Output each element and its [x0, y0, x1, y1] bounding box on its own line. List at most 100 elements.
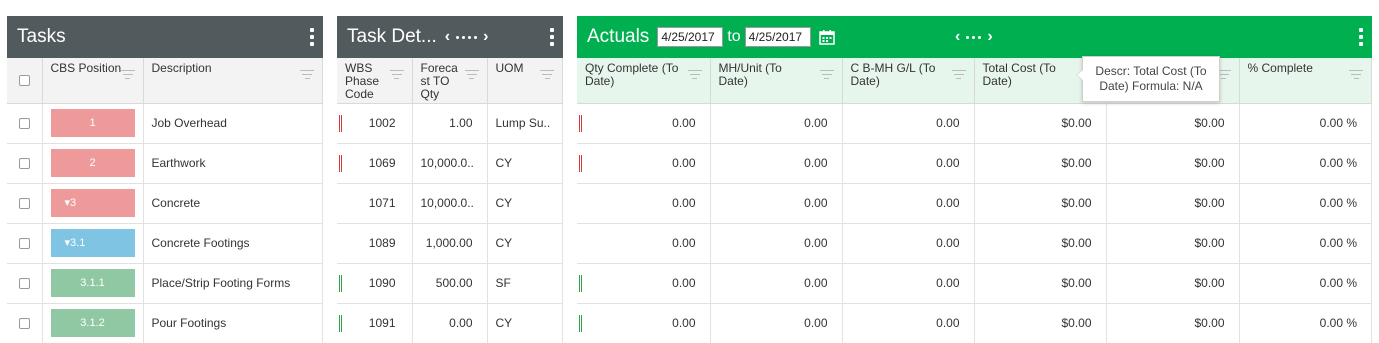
chevron-right-icon[interactable]: ›: [483, 28, 488, 46]
table-row[interactable]: 1090 500.00 SF: [337, 263, 563, 304]
cbs-badge[interactable]: 1: [50, 109, 135, 137]
table-row[interactable]: 1002 1.00 Lump Su..: [337, 103, 563, 144]
cost-cell[interactable]: $0.00: [1106, 143, 1240, 184]
wbs-phase-code-cell[interactable]: 1090: [337, 263, 413, 304]
table-row[interactable]: 3.1.1 Place/Strip Footing Forms: [7, 263, 323, 304]
cb-mh-gl-cell[interactable]: 0.00: [842, 263, 975, 304]
cbs-badge[interactable]: 3.1.1: [50, 269, 135, 297]
wbs-phase-code-cell[interactable]: 1089: [337, 223, 413, 264]
table-row[interactable]: 0.00 0.00 0.00 $0.00 $0.00 0.00 %: [577, 303, 1372, 343]
cost-cell[interactable]: $0.00: [1106, 303, 1240, 343]
wbs-phase-code-cell[interactable]: 1071: [337, 183, 413, 224]
forecast-qty-cell[interactable]: 10,000.0..: [412, 143, 488, 184]
kebab-menu-icon[interactable]: [550, 28, 554, 46]
total-cost-cell[interactable]: $0.00: [974, 223, 1107, 264]
filter-icon[interactable]: [951, 70, 966, 79]
pct-complete-cell[interactable]: 0.00 %: [1239, 143, 1372, 184]
cb-mh-gl-cell[interactable]: 0.00: [842, 183, 975, 224]
column-header-uom[interactable]: UOM: [487, 58, 563, 104]
table-row[interactable]: 2 Earthwork: [7, 143, 323, 184]
filter-icon[interactable]: [687, 70, 702, 79]
table-row[interactable]: 0.00 0.00 0.00 $0.00 $0.00 0.00 %: [577, 183, 1372, 224]
total-cost-cell[interactable]: $0.00: [974, 103, 1107, 144]
pct-complete-cell[interactable]: 0.00 %: [1239, 103, 1372, 144]
column-header-description[interactable]: Description: [143, 58, 323, 104]
cost-cell[interactable]: $0.00: [1106, 223, 1240, 264]
mh-unit-cell[interactable]: 0.00: [710, 143, 843, 184]
table-row[interactable]: 1071 10,000.0.. CY: [337, 183, 563, 224]
forecast-qty-cell[interactable]: 500.00: [412, 263, 488, 304]
column-header-cb-mh-gl[interactable]: C B-MH G/L (To Date): [842, 58, 975, 104]
row-checkbox[interactable]: [18, 117, 30, 129]
uom-cell[interactable]: SF: [487, 263, 563, 304]
chevron-right-icon[interactable]: ›: [987, 28, 992, 46]
description-cell[interactable]: Pour Footings: [143, 303, 323, 343]
date-from-input[interactable]: [657, 27, 724, 47]
table-row[interactable]: ▾3 Concrete: [7, 183, 323, 224]
calendar-icon[interactable]: [818, 29, 835, 45]
cb-mh-gl-cell[interactable]: 0.00: [842, 143, 975, 184]
cbs-badge[interactable]: ▾3.1: [50, 229, 135, 257]
cost-cell[interactable]: $0.00: [1106, 183, 1240, 224]
chevron-left-icon[interactable]: ‹: [955, 28, 960, 46]
description-cell[interactable]: Earthwork: [143, 143, 323, 184]
date-to-input[interactable]: [744, 27, 811, 47]
kebab-menu-icon[interactable]: [310, 28, 314, 46]
qty-complete-cell[interactable]: 0.00: [577, 303, 711, 343]
description-cell[interactable]: Place/Strip Footing Forms: [143, 263, 323, 304]
uom-cell[interactable]: Lump Su..: [487, 103, 563, 144]
column-header-cbs-position[interactable]: CBS Position: [42, 58, 144, 104]
description-cell[interactable]: Job Overhead: [143, 103, 323, 144]
forecast-qty-cell[interactable]: 1.00: [412, 103, 488, 144]
table-row[interactable]: 3.1.2 Pour Footings: [7, 303, 323, 343]
uom-cell[interactable]: CY: [487, 223, 563, 264]
mh-unit-cell[interactable]: 0.00: [710, 103, 843, 144]
table-row[interactable]: 0.00 0.00 0.00 $0.00 $0.00 0.00 %: [577, 103, 1372, 144]
qty-complete-cell[interactable]: 0.00: [577, 223, 711, 264]
table-row[interactable]: 1069 10,000.0.. CY: [337, 143, 563, 184]
qty-complete-cell[interactable]: 0.00: [577, 183, 711, 224]
forecast-qty-cell[interactable]: 0.00: [412, 303, 488, 343]
cb-mh-gl-cell[interactable]: 0.00: [842, 303, 975, 343]
total-cost-cell[interactable]: $0.00: [974, 183, 1107, 224]
total-cost-cell[interactable]: $0.00: [974, 263, 1107, 304]
qty-complete-cell[interactable]: 0.00: [577, 263, 711, 304]
table-row[interactable]: 1089 1,000.00 CY: [337, 223, 563, 264]
row-checkbox[interactable]: [18, 277, 30, 289]
filter-icon[interactable]: [389, 70, 404, 79]
column-header-wbs-phase-code[interactable]: WBS Phase Code: [337, 58, 413, 104]
mh-unit-cell[interactable]: 0.00: [710, 183, 843, 224]
table-row[interactable]: 0.00 0.00 0.00 $0.00 $0.00 0.00 %: [577, 143, 1372, 184]
row-checkbox[interactable]: [18, 197, 30, 209]
qty-complete-cell[interactable]: 0.00: [577, 103, 711, 144]
cbs-badge[interactable]: ▾3: [50, 189, 135, 217]
cb-mh-gl-cell[interactable]: 0.00: [842, 223, 975, 264]
cbs-badge[interactable]: 2: [50, 149, 135, 177]
pct-complete-cell[interactable]: 0.00 %: [1239, 223, 1372, 264]
pct-complete-cell[interactable]: 0.00 %: [1239, 183, 1372, 224]
cb-mh-gl-cell[interactable]: 0.00: [842, 103, 975, 144]
wbs-phase-code-cell[interactable]: 1091: [337, 303, 413, 343]
filter-icon[interactable]: [300, 70, 314, 79]
chevron-left-icon[interactable]: ‹: [445, 28, 450, 46]
forecast-qty-cell[interactable]: 1,000.00: [412, 223, 488, 264]
total-cost-cell[interactable]: $0.00: [974, 143, 1107, 184]
cbs-badge[interactable]: 3.1.2: [50, 309, 135, 337]
cost-cell[interactable]: $0.00: [1106, 103, 1240, 144]
column-header-pct-complete[interactable]: % Complete: [1239, 58, 1372, 104]
mh-unit-cell[interactable]: 0.00: [710, 223, 843, 264]
column-header-mh-unit[interactable]: MH/Unit (To Date): [710, 58, 843, 104]
row-checkbox[interactable]: [18, 237, 30, 249]
column-header-forecast-to-qty[interactable]: Foreca st TO Qty: [412, 58, 488, 104]
uom-cell[interactable]: CY: [487, 143, 563, 184]
mh-unit-cell[interactable]: 0.00: [710, 303, 843, 343]
total-cost-cell[interactable]: $0.00: [974, 303, 1107, 343]
qty-complete-cell[interactable]: 0.00: [577, 143, 711, 184]
table-row[interactable]: 0.00 0.00 0.00 $0.00 $0.00 0.00 %: [577, 223, 1372, 264]
cost-cell[interactable]: $0.00: [1106, 263, 1240, 304]
description-cell[interactable]: Concrete: [143, 183, 323, 224]
filter-icon[interactable]: [120, 70, 135, 79]
filter-icon[interactable]: [1349, 70, 1363, 79]
wbs-phase-code-cell[interactable]: 1002: [337, 103, 413, 144]
table-row[interactable]: 1 Job Overhead: [7, 103, 323, 144]
